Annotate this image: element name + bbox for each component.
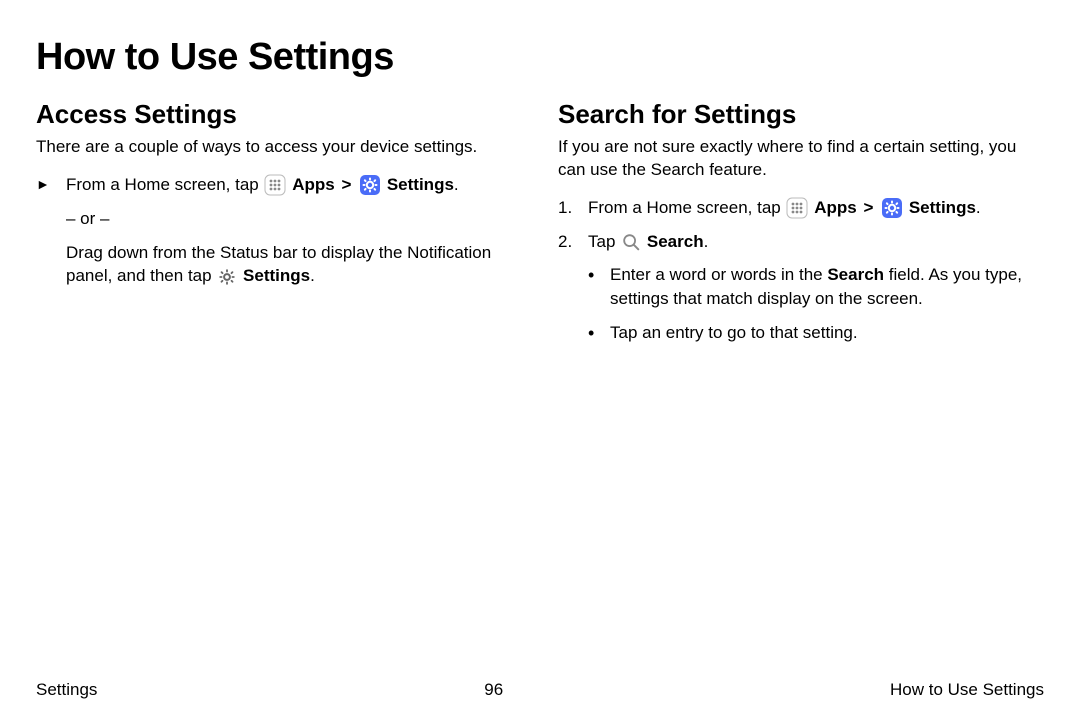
- search-label: Search: [647, 232, 704, 251]
- text: Enter a word or words in the: [610, 265, 827, 284]
- period: .: [310, 266, 315, 285]
- settings-label: Settings: [243, 266, 310, 285]
- footer-page-number: 96: [484, 680, 503, 700]
- step-1: 1. From a Home screen, tap: [558, 196, 1044, 220]
- text: From a Home screen, tap: [588, 198, 785, 217]
- heading-access-settings: Access Settings: [36, 99, 522, 130]
- number-1: 1.: [558, 196, 588, 220]
- or-separator: – or –: [66, 207, 522, 231]
- bullet-dot-icon: •: [588, 321, 610, 346]
- text: Tap: [588, 232, 620, 251]
- page-footer: Settings 96 How to Use Settings: [36, 680, 1044, 700]
- bullet-content: Tap an entry to go to that setting.: [610, 321, 1044, 346]
- step-home-apps-settings: ► From a Home screen, tap: [36, 173, 522, 197]
- apps-grid-icon: [786, 197, 808, 219]
- chevron-separator: >: [341, 175, 351, 194]
- settings-label: Settings: [909, 198, 976, 217]
- period: .: [454, 175, 459, 194]
- col-search-settings: Search for Settings If you are not sure …: [558, 99, 1044, 356]
- apps-label: Apps: [814, 198, 857, 217]
- step-content: From a Home screen, tap Apps >: [66, 173, 522, 197]
- step-content: From a Home screen, tap Apps >: [588, 196, 1044, 220]
- bullet-dot-icon: •: [588, 263, 610, 311]
- step-drag-notification: Drag down from the Status bar to display…: [66, 241, 522, 289]
- period: .: [976, 198, 981, 217]
- step-2: 2. Tap Search.: [558, 230, 1044, 254]
- col-access-settings: Access Settings There are a couple of wa…: [36, 99, 522, 356]
- bullet-enter-word: • Enter a word or words in the Search fi…: [588, 263, 1044, 311]
- play-marker-icon: ►: [36, 173, 66, 197]
- footer-right: How to Use Settings: [890, 680, 1044, 700]
- bullet-content: Enter a word or words in the Search fiel…: [610, 263, 1044, 311]
- bullet-tap-entry: • Tap an entry to go to that setting.: [588, 321, 1044, 346]
- apps-label: Apps: [292, 175, 335, 194]
- settings-gear-blue-icon: [359, 174, 381, 196]
- intro-search: If you are not sure exactly where to fin…: [558, 136, 1044, 182]
- settings-label: Settings: [387, 175, 454, 194]
- chevron-separator: >: [863, 198, 873, 217]
- number-2: 2.: [558, 230, 588, 254]
- settings-gear-gray-icon: [217, 267, 237, 287]
- intro-access: There are a couple of ways to access you…: [36, 136, 522, 159]
- text: From a Home screen, tap: [66, 175, 263, 194]
- period: .: [704, 232, 709, 251]
- heading-search-settings: Search for Settings: [558, 99, 1044, 130]
- settings-gear-blue-icon: [881, 197, 903, 219]
- step-content: Tap Search.: [588, 230, 1044, 254]
- search-magnifier-icon: [621, 232, 641, 252]
- apps-grid-icon: [264, 174, 286, 196]
- search-bold: Search: [827, 265, 884, 284]
- footer-left: Settings: [36, 680, 97, 700]
- page-title: How to Use Settings: [36, 36, 1044, 79]
